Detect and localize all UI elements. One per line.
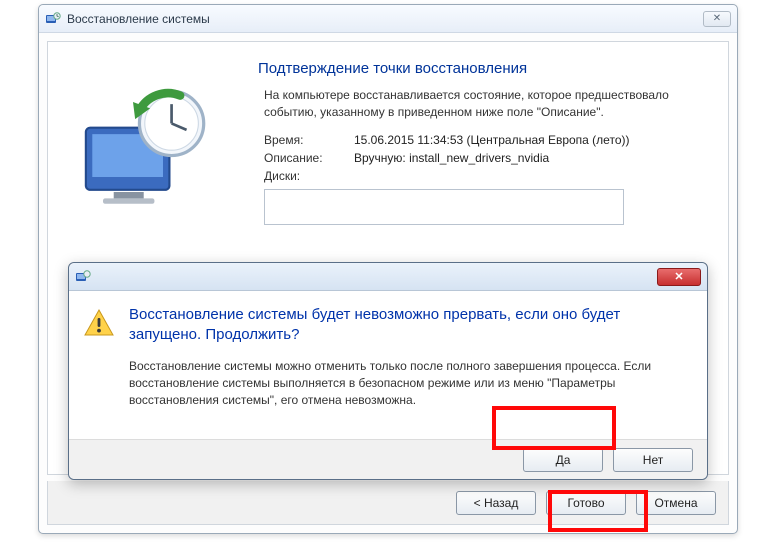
dialog-body: Восстановление системы будет невозможно … <box>69 291 707 416</box>
time-row: Время: 15.06.2015 11:34:53 (Центральная … <box>264 133 718 147</box>
wizard-text-area: Подтверждение точки восстановления На ко… <box>258 60 718 225</box>
dialog-close-button[interactable]: ✕ <box>657 268 701 286</box>
main-window-title: Восстановление системы <box>67 12 210 26</box>
restore-icon <box>75 269 91 285</box>
yes-button[interactable]: Да <box>523 448 603 472</box>
dialog-footer: Да Нет <box>69 439 707 479</box>
main-titlebar: Восстановление системы ✕ <box>39 5 737 33</box>
restore-icon <box>45 11 61 27</box>
main-close-button[interactable]: ✕ <box>703 11 731 27</box>
time-label: Время: <box>264 133 354 147</box>
close-icon: ✕ <box>674 270 683 283</box>
page-heading: Подтверждение точки восстановления <box>258 60 718 77</box>
wizard-footer: < Назад Готово Отмена <box>47 481 729 525</box>
warning-icon <box>83 307 119 410</box>
disks-box <box>264 189 624 225</box>
disks-row: Диски: <box>264 169 718 183</box>
restore-illustration-icon <box>73 72 223 222</box>
page-description: На компьютере восстанавливается состояни… <box>264 87 718 121</box>
no-button[interactable]: Нет <box>613 448 693 472</box>
description-label: Описание: <box>264 151 354 165</box>
time-value: 15.06.2015 11:34:53 (Центральная Европа … <box>354 133 718 147</box>
confirm-dialog: ✕ Восстановление системы будет невозможн… <box>68 262 708 480</box>
dialog-text: Восстановление системы будет невозможно … <box>129 305 689 410</box>
cancel-button[interactable]: Отмена <box>636 491 716 515</box>
description-value: Вручную: install_new_drivers_nvidia <box>354 151 718 165</box>
finish-button[interactable]: Готово <box>546 491 626 515</box>
disks-label: Диски: <box>264 169 354 183</box>
back-button[interactable]: < Назад <box>456 491 536 515</box>
description-row: Описание: Вручную: install_new_drivers_n… <box>264 151 718 165</box>
dialog-main-text: Восстановление системы будет невозможно … <box>129 305 689 346</box>
close-icon: ✕ <box>713 14 721 24</box>
dialog-sub-text: Восстановление системы можно отменить то… <box>129 358 689 410</box>
dialog-titlebar: ✕ <box>69 263 707 291</box>
